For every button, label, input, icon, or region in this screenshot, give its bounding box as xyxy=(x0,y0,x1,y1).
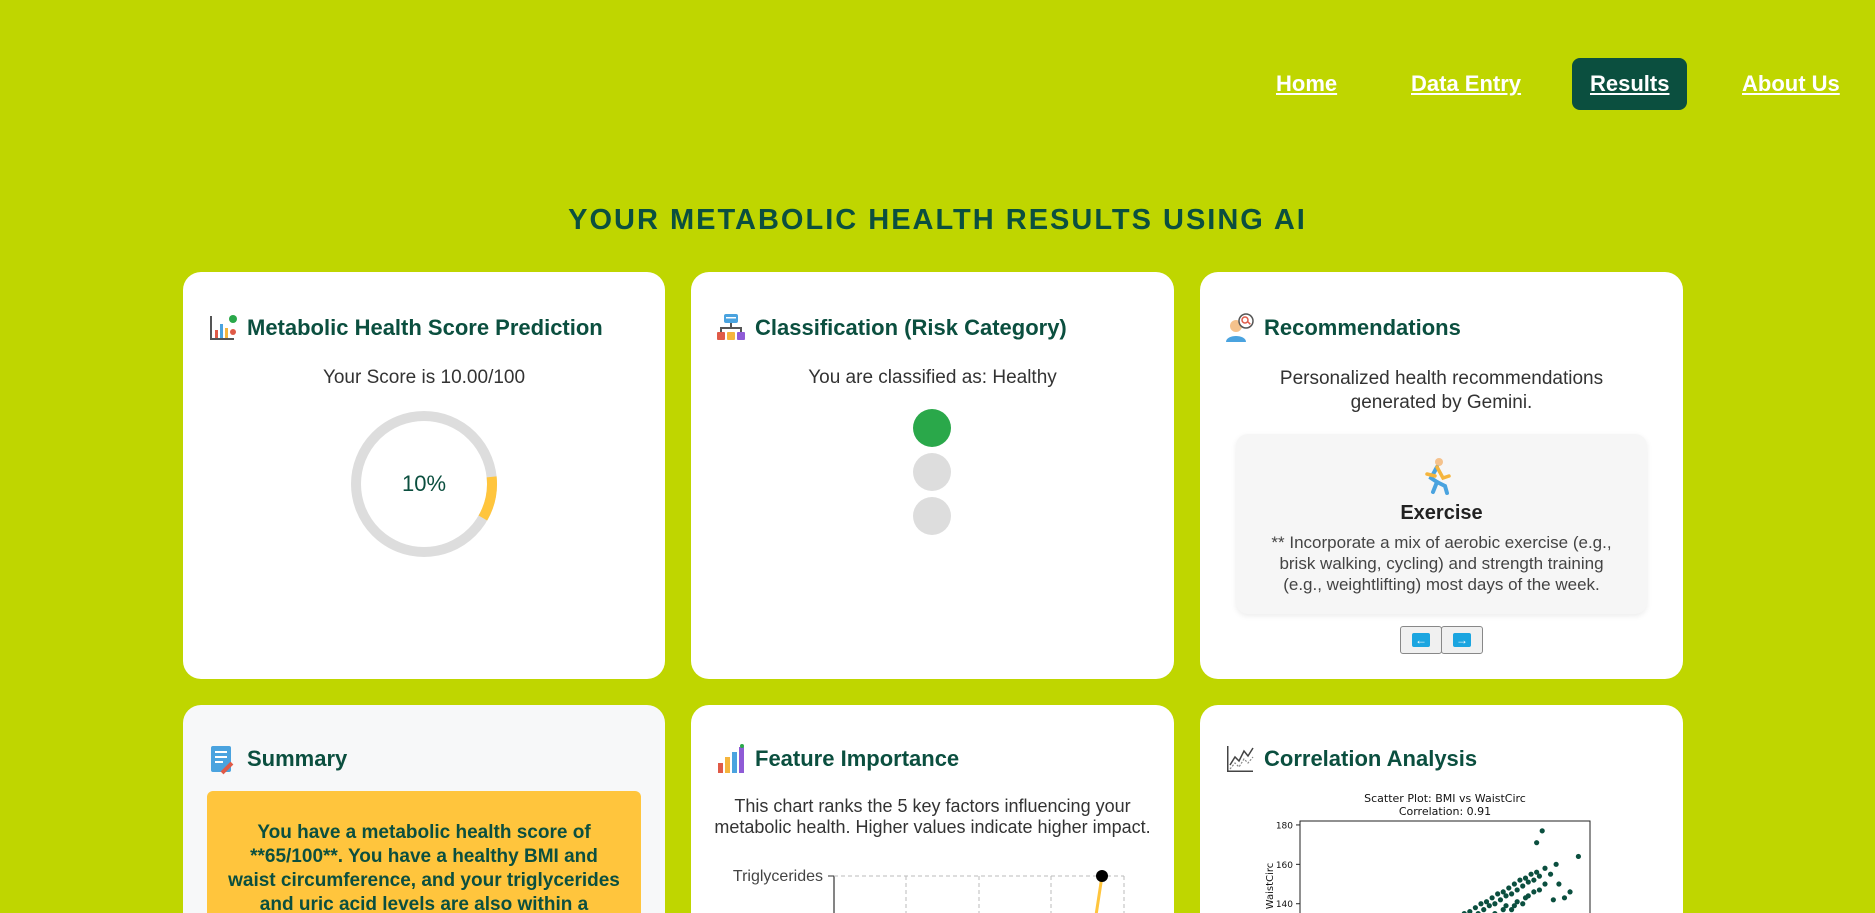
tip-title: Exercise xyxy=(1400,502,1483,524)
fi-tick-label-triglycerides: Triglycerides xyxy=(733,868,823,885)
scatter-point xyxy=(1486,903,1492,909)
next-tip-button[interactable]: → xyxy=(1441,626,1483,654)
scatter-point xyxy=(1522,895,1529,901)
scatter-point xyxy=(1528,871,1534,877)
summary-card: Summary You have a metabolic health scor… xyxy=(183,705,665,913)
recommendations-card: Recommendations Personalized health reco… xyxy=(1200,272,1683,679)
feature-importance-chart: Triglycerides xyxy=(733,868,1125,913)
scatter-point xyxy=(1525,879,1531,885)
scatter-ylabel: WaistCirc xyxy=(1265,863,1276,909)
scatter-point xyxy=(1531,877,1537,883)
scatter-point xyxy=(1506,885,1512,891)
scatter-point xyxy=(1536,887,1543,893)
scatter-point xyxy=(1536,873,1543,879)
scatter-point xyxy=(1520,883,1526,889)
summary-card-title: Summary xyxy=(207,743,347,775)
scatter-point xyxy=(1489,895,1495,901)
risk-light-high xyxy=(913,497,951,535)
prev-tip-button[interactable]: ← xyxy=(1400,626,1442,654)
scatter-point xyxy=(1478,901,1484,907)
scatter-subtitle: Correlation: 0.91 xyxy=(1399,805,1491,818)
nav-about-us[interactable]: About Us xyxy=(1724,58,1858,110)
nav-results[interactable]: Results xyxy=(1572,58,1688,110)
scatter-point xyxy=(1539,828,1545,834)
hierarchy-icon xyxy=(717,314,745,340)
line-chart-icon xyxy=(1227,746,1254,772)
feature-importance-card-title: Feature Importance xyxy=(715,743,959,775)
nav-data-entry[interactable]: Data Entry xyxy=(1393,58,1539,110)
scatter-point xyxy=(1575,853,1581,860)
running-person-icon xyxy=(1425,458,1451,495)
fi-point-triglycerides xyxy=(1096,870,1108,882)
scatter-y-tick-label: 180 xyxy=(1276,821,1293,831)
classification-card: Classification (Risk Category) You are c… xyxy=(691,272,1174,679)
scatter-point xyxy=(1495,891,1501,897)
scatter-point xyxy=(1556,881,1562,887)
score-percent-label: 10% xyxy=(402,471,446,496)
advisor-icon xyxy=(1226,313,1254,342)
classification-text: You are classified as: Healthy xyxy=(808,367,1057,388)
score-text: Your Score is 10.00/100 xyxy=(322,367,526,388)
scatter-point xyxy=(1517,877,1523,883)
scatter-point xyxy=(1550,897,1556,903)
tip-body: ** Incorporate a mix of aerobic exercise… xyxy=(1271,533,1612,594)
page-title: YOUR METABOLIC HEALTH RESULTS USING AI xyxy=(568,204,1307,236)
scatter-y-tick-label: 140 xyxy=(1276,900,1293,910)
summary-card-title-text: Summary xyxy=(247,746,348,771)
scatter-point xyxy=(1547,871,1554,877)
correlation-card-title: Correlation Analysis xyxy=(1224,743,1477,775)
scatter-point xyxy=(1531,889,1537,895)
recommendations-intro: Personalized health recommendations gene… xyxy=(1279,368,1604,413)
scatter-point xyxy=(1508,891,1515,897)
risk-light-moderate xyxy=(913,453,951,491)
scatter-point xyxy=(1497,897,1504,903)
nav-home[interactable]: Home xyxy=(1258,58,1355,110)
scatter-point xyxy=(1481,907,1487,913)
scatter-point xyxy=(1520,901,1526,907)
scatter-point xyxy=(1567,889,1573,895)
scatter-point xyxy=(1553,861,1559,867)
scatter-point xyxy=(1542,865,1548,871)
classification-card-title: Classification (Risk Category) xyxy=(715,312,1067,344)
correlation-card: Correlation Analysis Scatter Plot: BMI v… xyxy=(1200,705,1683,913)
right-arrow-icon: → xyxy=(1453,633,1471,647)
score-ring: 10% xyxy=(351,411,497,557)
bar-chart-icon xyxy=(718,744,744,773)
scatter-point xyxy=(1492,901,1498,907)
scatter-y-tick-label: 160 xyxy=(1276,861,1293,871)
score-card: Metabolic Health Score Prediction Your S… xyxy=(183,272,665,679)
scatter-point xyxy=(1467,909,1473,913)
scatter-title: Scatter Plot: BMI vs WaistCirc xyxy=(1364,792,1526,805)
feature-importance-card-title-text: Feature Importance xyxy=(755,746,960,771)
feature-importance-description: This chart ranks the 5 key factors influ… xyxy=(714,796,1151,837)
scatter-point xyxy=(1534,840,1540,846)
scatter-point xyxy=(1500,907,1506,913)
scatter-point xyxy=(1508,907,1515,913)
recommendations-card-title-text: Recommendations xyxy=(1264,315,1461,340)
scatter-point xyxy=(1561,895,1568,901)
main-nav: Home Data Entry Results About Us xyxy=(0,58,1875,110)
summary-text: You have a metabolic health score of **6… xyxy=(207,791,641,913)
score-card-title: Metabolic Health Score Prediction xyxy=(207,312,603,344)
score-card-title-text: Metabolic Health Score Prediction xyxy=(247,315,603,340)
scatter-point xyxy=(1542,881,1548,887)
scatter-point xyxy=(1503,893,1509,899)
feature-importance-card: Feature Importance This chart ranks the … xyxy=(691,705,1174,913)
scatter-point xyxy=(1472,905,1478,911)
recommendation-tip-card: Exercise ** Incorporate a mix of aerobic… xyxy=(1236,434,1647,614)
scatter-point xyxy=(1514,887,1520,893)
notes-icon xyxy=(211,746,234,775)
risk-light-healthy xyxy=(913,409,951,447)
classification-card-title-text: Classification (Risk Category) xyxy=(755,315,1067,340)
recommendations-card-title: Recommendations xyxy=(1224,312,1461,344)
scatter-point xyxy=(1511,881,1517,887)
correlation-scatter-plot: Scatter Plot: BMI vs WaistCirc Correlati… xyxy=(1265,792,1591,913)
chart-report-icon xyxy=(210,315,237,340)
correlation-card-title-text: Correlation Analysis xyxy=(1264,746,1478,771)
left-arrow-icon: ← xyxy=(1412,633,1430,647)
